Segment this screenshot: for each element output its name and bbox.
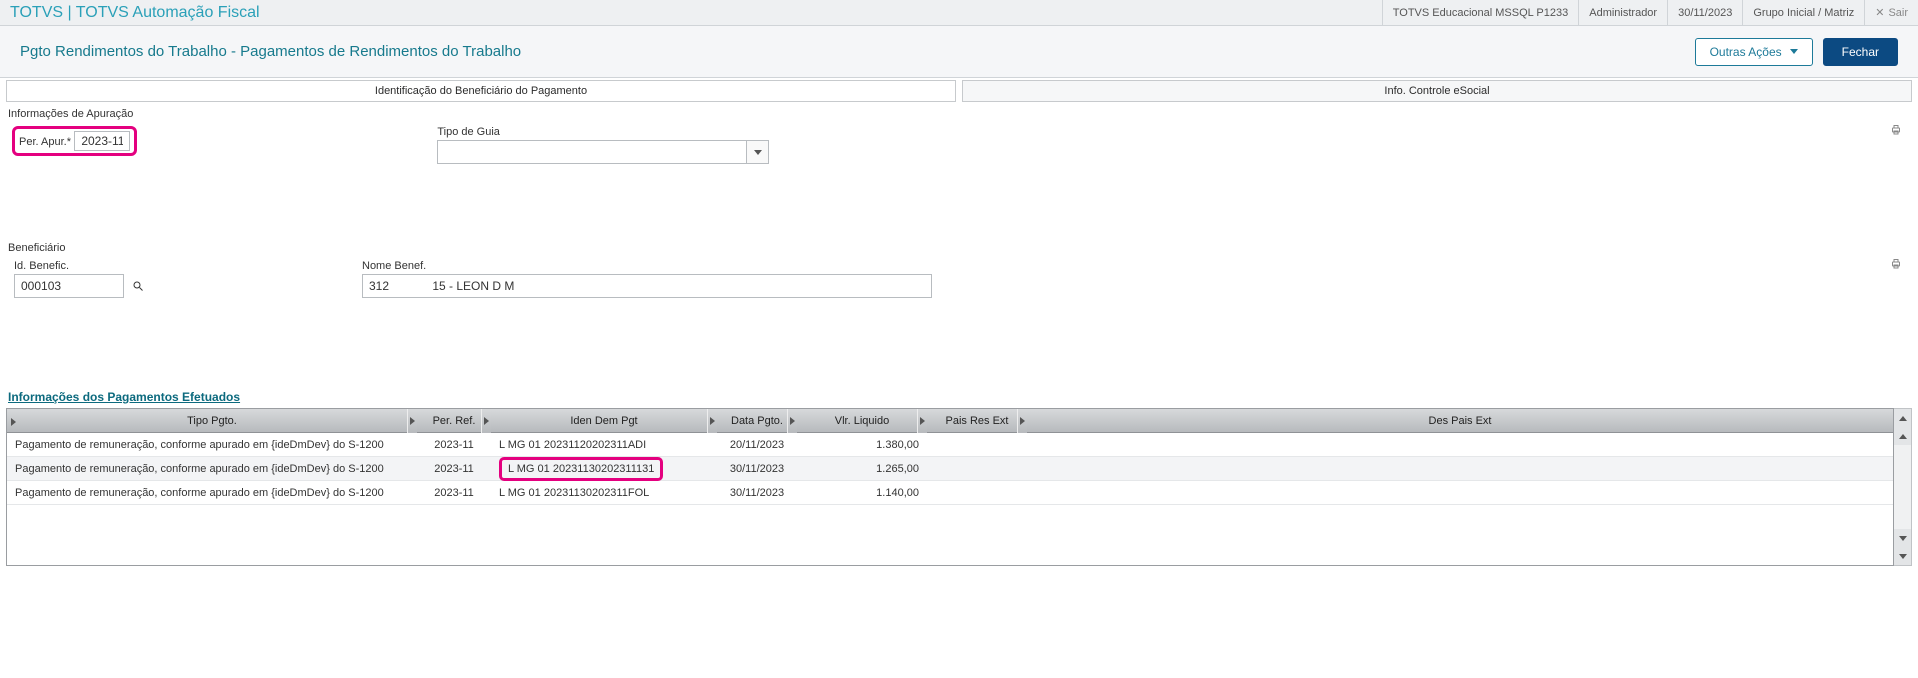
resize-handle[interactable] [407, 409, 417, 433]
tipo-guia-label: Tipo de Guia [437, 126, 769, 138]
title-bar: Pgto Rendimentos do Trabalho - Pagamento… [0, 26, 1918, 78]
cell-data: 20/11/2023 [717, 439, 797, 451]
page-title: Pgto Rendimentos do Trabalho - Pagamento… [20, 43, 1695, 60]
group-label: Grupo Inicial / Matriz [1742, 0, 1864, 26]
section-beneficiario-label: Beneficiário [8, 242, 1912, 254]
cell-vlr: 1.265,00 [797, 463, 927, 475]
cell-tipo: Pagamento de remuneração, conforme apura… [7, 487, 417, 499]
per-apur-label: Per. Apur.* [19, 136, 71, 148]
close-button[interactable]: Fechar [1823, 38, 1898, 66]
scroll-up-icon[interactable] [1894, 409, 1911, 427]
env-label: TOTVS Educacional MSSQL P1233 [1382, 0, 1578, 26]
app-title: TOTVS | TOTVS Automação Fiscal [0, 4, 270, 22]
table-row[interactable]: Pagamento de remuneração, conforme apura… [7, 481, 1893, 505]
cell-data: 30/11/2023 [717, 487, 797, 499]
cell-vlr: 1.140,00 [797, 487, 927, 499]
id-benefic-input[interactable] [14, 274, 124, 298]
col-tipo-header[interactable]: Tipo Pgto. [7, 409, 417, 433]
date-label: 30/11/2023 [1667, 0, 1742, 26]
payments-title: Informações dos Pagamentos Efetuados [8, 390, 1912, 404]
section-info-apuracao: Per. Apur.* Tipo de Guia [6, 124, 1912, 166]
print-icon[interactable] [1890, 258, 1902, 273]
chevron-down-icon [754, 150, 762, 155]
resize-handle[interactable] [787, 409, 797, 433]
id-benefic-search[interactable] [124, 274, 152, 298]
nome-benef-input[interactable] [362, 274, 932, 298]
col-pais-header[interactable]: Pais Res Ext [927, 409, 1027, 433]
scroll-up-icon[interactable] [1894, 427, 1911, 445]
table-row[interactable]: Pagamento de remuneração, conforme apura… [7, 433, 1893, 457]
col-des-header[interactable]: Des Pais Ext [1027, 409, 1893, 433]
col-per-header[interactable]: Per. Ref. [417, 409, 491, 433]
tabs-row: Identificação do Beneficiário do Pagamen… [6, 80, 1912, 102]
top-bar: TOTVS | TOTVS Automação Fiscal TOTVS Edu… [0, 0, 1918, 26]
per-apur-highlight: Per. Apur.* [12, 126, 137, 156]
print-icon[interactable] [1890, 124, 1902, 139]
cell-tipo: Pagamento de remuneração, conforme apura… [7, 439, 417, 451]
cell-iden: L MG 01 20231130202311131 [491, 457, 717, 481]
payments-grid: Tipo Pgto. Per. Ref. Iden Dem Pgt Data P… [6, 408, 1894, 566]
resize-handle[interactable] [1017, 409, 1027, 433]
grid-scrollbar[interactable] [1894, 408, 1912, 566]
resize-handle[interactable] [481, 409, 491, 433]
cell-iden: L MG 01 20231120202311ADI [491, 439, 717, 451]
tab-identificacao[interactable]: Identificação do Beneficiário do Pagamen… [6, 80, 956, 102]
top-info: TOTVS Educacional MSSQL P1233 Administra… [1382, 0, 1918, 26]
scroll-down-icon[interactable] [1894, 529, 1911, 547]
table-row[interactable]: Pagamento de remuneração, conforme apura… [7, 457, 1893, 481]
close-icon: ✕ [1875, 0, 1884, 26]
search-icon [132, 280, 144, 292]
col-iden-header[interactable]: Iden Dem Pgt [491, 409, 717, 433]
tab-esocial[interactable]: Info. Controle eSocial [962, 80, 1912, 102]
cell-data: 30/11/2023 [717, 463, 797, 475]
user-label: Administrador [1578, 0, 1667, 26]
resize-handle[interactable] [917, 409, 927, 433]
per-apur-input[interactable] [74, 131, 130, 151]
main-content: Identificação do Beneficiário do Pagamen… [0, 78, 1918, 678]
section-info-apuracao-label: Informações de Apuração [8, 108, 1912, 120]
id-benefic-label: Id. Benefic. [14, 260, 152, 272]
payments-grid-wrap: Tipo Pgto. Per. Ref. Iden Dem Pgt Data P… [6, 408, 1912, 566]
other-actions-button[interactable]: Outras Ações [1695, 38, 1813, 66]
tipo-guia-dropdown[interactable] [747, 140, 769, 164]
exit-button[interactable]: ✕ Sair [1864, 0, 1918, 26]
cell-iden: L MG 01 20231130202311FOL [491, 487, 717, 499]
col-data-header[interactable]: Data Pgto. [717, 409, 797, 433]
nome-benef-label: Nome Benef. [362, 260, 932, 272]
iden-highlight: L MG 01 20231130202311131 [499, 457, 663, 481]
grid-header: Tipo Pgto. Per. Ref. Iden Dem Pgt Data P… [7, 409, 1893, 433]
other-actions-label: Outras Ações [1710, 45, 1782, 59]
col-vlr-header[interactable]: Vlr. Liquido [797, 409, 927, 433]
cell-vlr: 1.380,00 [797, 439, 927, 451]
resize-handle[interactable] [707, 409, 717, 433]
cell-per: 2023-11 [417, 439, 491, 451]
resize-icon [11, 418, 16, 426]
section-beneficiario: Id. Benefic. Nome Benef. [6, 258, 1912, 300]
cell-per: 2023-11 [417, 463, 491, 475]
tipo-guia-input[interactable] [437, 140, 747, 164]
cell-tipo: Pagamento de remuneração, conforme apura… [7, 463, 417, 475]
scroll-down-icon[interactable] [1894, 547, 1911, 565]
cell-per: 2023-11 [417, 487, 491, 499]
exit-label: Sair [1888, 0, 1908, 26]
chevron-down-icon [1790, 49, 1798, 54]
